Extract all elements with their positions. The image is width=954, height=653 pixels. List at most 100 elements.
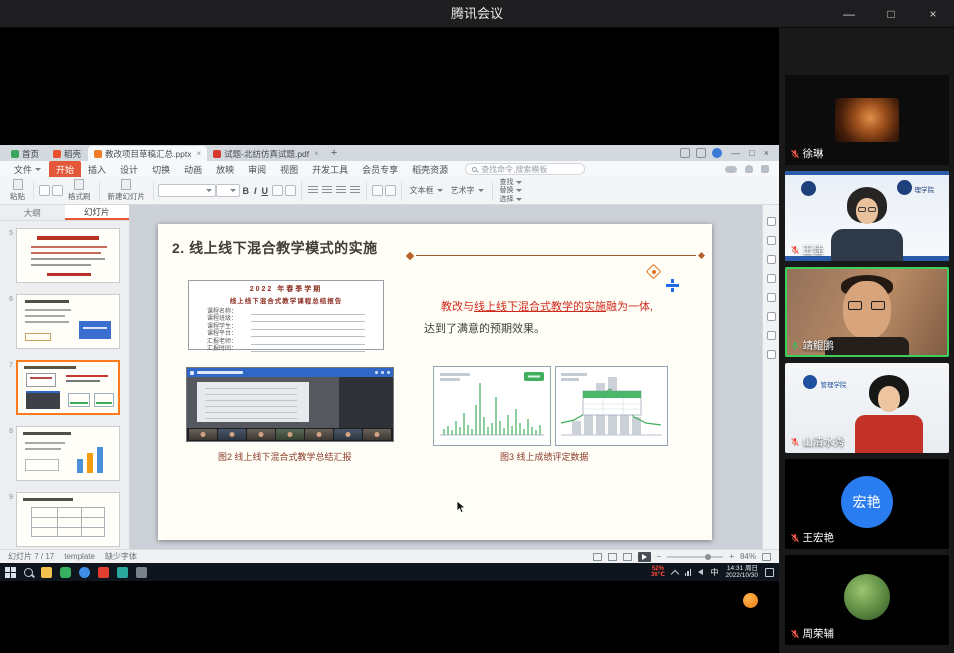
menu-tab-home[interactable]: 开始: [49, 161, 81, 177]
slide-thumbnail-row[interactable]: 9: [3, 492, 126, 547]
wps-taskbar-icon[interactable]: [98, 567, 109, 578]
text-box-button[interactable]: 文本框: [406, 185, 447, 196]
new-slide-button[interactable]: 新建幻灯片: [104, 179, 150, 202]
slide-thumbnail-row[interactable]: 6: [3, 294, 126, 349]
shapes-icon[interactable]: [372, 185, 383, 196]
participant-tile[interactable]: 周荣辅: [785, 555, 949, 645]
participant-tile[interactable]: 理学院 王佳: [785, 171, 949, 261]
user-avatar-icon[interactable]: [712, 148, 722, 158]
network-icon[interactable]: [685, 569, 692, 576]
italic-button[interactable]: I: [252, 186, 260, 196]
maximize-button[interactable]: □: [870, 0, 912, 28]
more-pane-icon[interactable]: [767, 350, 776, 359]
format-painter-button[interactable]: 格式刷: [64, 179, 95, 202]
wps-maximize-button[interactable]: □: [749, 148, 754, 158]
zoom-in-button[interactable]: +: [729, 552, 734, 561]
volume-icon[interactable]: [698, 569, 703, 575]
panel-tab-slides[interactable]: 幻灯片: [65, 205, 130, 220]
align-left-icon[interactable]: [308, 186, 318, 195]
font-color-icon[interactable]: [272, 185, 283, 196]
tab-close-icon[interactable]: ×: [196, 149, 201, 158]
menu-tab-slideshow[interactable]: 放映: [209, 161, 241, 177]
slide-thumbnail[interactable]: [16, 426, 120, 481]
cloud-sync-icon[interactable]: [725, 166, 737, 173]
font-family-select[interactable]: [158, 184, 216, 197]
resource-pane-icon[interactable]: [767, 331, 776, 340]
properties-icon[interactable]: [767, 217, 776, 226]
taskbar-search-icon[interactable]: [24, 568, 33, 577]
menu-tab-review[interactable]: 审阅: [241, 161, 273, 177]
start-button[interactable]: [5, 567, 16, 578]
command-search-input[interactable]: 查找命令,搜索模板: [465, 163, 585, 175]
tray-expand-icon[interactable]: [671, 569, 679, 577]
panel-tab-outline[interactable]: 大纲: [0, 205, 65, 220]
document-tab-pptx[interactable]: 教改项目草稿汇总.pptx ×: [88, 146, 207, 161]
slideshow-play-button[interactable]: [638, 552, 651, 562]
menu-tab-devtools[interactable]: 开发工具: [305, 161, 355, 177]
help-pane-icon[interactable]: [767, 312, 776, 321]
app-icon[interactable]: [117, 567, 128, 578]
docer-tab[interactable]: 稻壳: [46, 146, 88, 161]
document-tab-pdf[interactable]: 试题-北纺仿真试题.pdf ×: [207, 146, 325, 161]
menu-tab-transition[interactable]: 切换: [145, 161, 177, 177]
fit-screen-icon[interactable]: [762, 553, 771, 561]
cut-icon[interactable]: [39, 185, 50, 196]
participant-tile[interactable]: 徐琳: [785, 75, 949, 165]
participant-tile-active-speaker[interactable]: 靖鲲鹏: [785, 267, 949, 357]
chart-pane-icon[interactable]: [767, 274, 776, 283]
align-center-icon[interactable]: [322, 186, 332, 195]
slide-thumbnail-current[interactable]: [16, 360, 120, 415]
animation-pane-icon[interactable]: [767, 236, 776, 245]
settings-icon[interactable]: [761, 165, 769, 173]
zoom-out-button[interactable]: −: [657, 552, 662, 561]
underline-button[interactable]: U: [259, 186, 271, 196]
picture-icon[interactable]: [385, 185, 396, 196]
menu-tab-animation[interactable]: 动画: [177, 161, 209, 177]
align-right-icon[interactable]: [336, 186, 346, 195]
menu-file[interactable]: 文件: [6, 163, 49, 176]
slide-thumbnail[interactable]: [16, 294, 120, 349]
font-size-select[interactable]: [216, 184, 240, 197]
slide-thumbnail[interactable]: [16, 228, 120, 283]
select-button[interactable]: 选择: [500, 196, 522, 203]
slide-thumbnail[interactable]: [16, 492, 120, 547]
bullet-list-icon[interactable]: [350, 186, 360, 195]
slide-canvas[interactable]: 2. 线上线下混合教学模式的实施 教改与线上线下混合式教学的实施融为一体, 达到…: [158, 224, 712, 540]
slide-thumbnail-row[interactable]: 5: [3, 228, 126, 283]
zoom-level[interactable]: 84%: [740, 552, 756, 561]
participant-tile[interactable]: 管理学院 山清水秀: [785, 363, 949, 453]
participant-tile[interactable]: 宏艳 王宏艳: [785, 459, 949, 549]
reading-view-icon[interactable]: [623, 553, 632, 561]
taskbar-clock[interactable]: 14:31 周日 2022/10/30: [725, 565, 758, 579]
zoom-slider[interactable]: [667, 556, 723, 558]
wps-minimize-button[interactable]: —: [731, 148, 740, 158]
paste-button[interactable]: 粘贴: [6, 179, 29, 202]
browser-icon[interactable]: [79, 567, 90, 578]
notification-icon[interactable]: [696, 148, 706, 158]
word-art-button[interactable]: 艺术字: [447, 185, 488, 196]
highlight-icon[interactable]: [285, 185, 296, 196]
wps-assistant-floater[interactable]: [743, 593, 758, 608]
wps-home-tab[interactable]: 首页: [4, 146, 46, 161]
menu-tab-insert[interactable]: 插入: [81, 161, 113, 177]
bell-icon[interactable]: [745, 165, 753, 173]
missing-font-indicator[interactable]: 缺少字体: [105, 551, 137, 562]
menu-tab-docer-resources[interactable]: 稻壳资源: [405, 161, 455, 177]
slide-sorter-icon[interactable]: [608, 553, 617, 561]
slide-editor-area[interactable]: 2. 线上线下混合教学模式的实施 教改与线上线下混合式教学的实施融为一体, 达到…: [130, 205, 762, 549]
system-monitor-widget[interactable]: 52% 36℃: [651, 566, 665, 578]
menu-tab-design[interactable]: 设计: [113, 161, 145, 177]
wechat-icon[interactable]: [60, 567, 71, 578]
comment-pane-icon[interactable]: [767, 293, 776, 302]
copy-icon[interactable]: [52, 185, 63, 196]
ime-indicator[interactable]: 中: [710, 567, 718, 578]
menu-tab-member[interactable]: 会员专享: [355, 161, 405, 177]
layout-icon[interactable]: [680, 148, 690, 158]
wps-close-button[interactable]: ×: [764, 148, 769, 158]
normal-view-icon[interactable]: [593, 553, 602, 561]
app-icon[interactable]: [136, 567, 147, 578]
close-button[interactable]: ×: [912, 0, 954, 28]
file-explorer-icon[interactable]: [41, 567, 52, 578]
find-button[interactable]: 查找: [500, 179, 522, 186]
tab-close-icon[interactable]: ×: [314, 149, 319, 158]
